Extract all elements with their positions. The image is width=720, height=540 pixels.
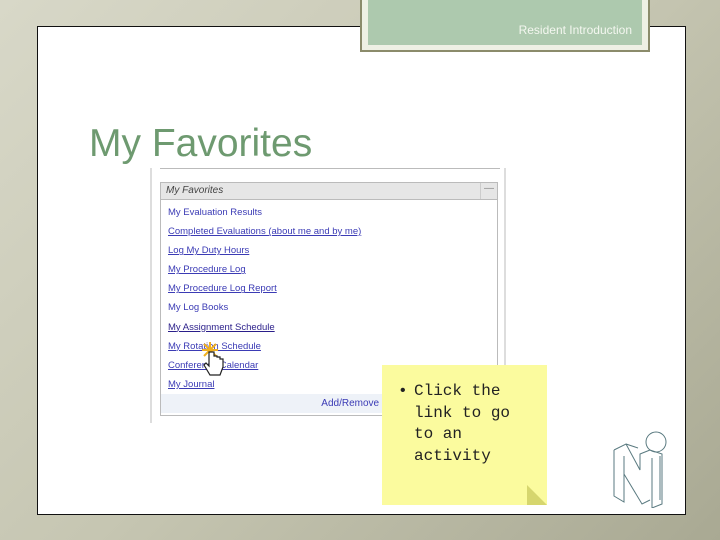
slide-title: My Favorites	[89, 122, 313, 165]
section-title: Resident Introduction	[518, 23, 632, 37]
link-completed-evaluations[interactable]: Completed Evaluations (about me and by m…	[168, 226, 497, 245]
frame-divider	[160, 168, 500, 169]
link-log-books[interactable]: My Log Books	[168, 302, 497, 321]
section-header-tab: Resident Introduction	[360, 0, 650, 52]
minimize-button[interactable]: —	[480, 183, 497, 199]
note-text: Click the link to go to an activity	[414, 382, 511, 465]
note-fold	[527, 485, 547, 505]
link-log-duty-hours[interactable]: Log My Duty Hours	[168, 245, 497, 264]
link-assignment-schedule[interactable]: My Assignment Schedule	[168, 322, 497, 341]
panel-header: My Favorites —	[161, 183, 497, 200]
sticky-note: • Click the link to go to an activity	[382, 365, 547, 505]
hand-cursor-icon	[202, 342, 224, 376]
bullet: •	[398, 382, 408, 400]
link-procedure-log-report[interactable]: My Procedure Log Report	[168, 283, 497, 302]
panel-title: My Favorites	[166, 185, 224, 196]
link-evaluation-results[interactable]: My Evaluation Results	[168, 207, 497, 226]
link-procedure-log[interactable]: My Procedure Log	[168, 264, 497, 283]
ni-logo-icon	[613, 431, 667, 508]
